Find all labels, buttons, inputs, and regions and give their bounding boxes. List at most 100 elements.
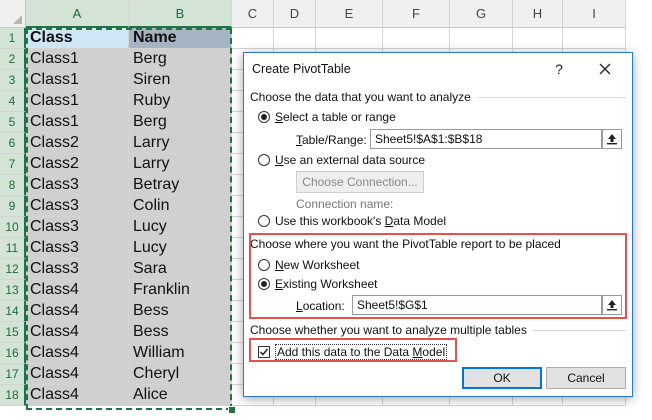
dialog-title: Create PivotTable xyxy=(252,62,351,76)
cell[interactable] xyxy=(274,28,316,49)
radio-external-source[interactable]: Use an external data source xyxy=(258,153,425,167)
cell-class[interactable]: Class3 xyxy=(26,217,129,238)
cell-class[interactable]: Class4 xyxy=(26,301,129,322)
cell-class[interactable]: Class1 xyxy=(26,49,129,70)
row-header[interactable]: 12 xyxy=(0,259,26,280)
cell-name[interactable]: Ruby xyxy=(129,91,232,112)
cell-class[interactable]: Class4 xyxy=(26,385,129,406)
cell-class[interactable]: Class1 xyxy=(26,91,129,112)
radio-select-table[interactable]: Select a table or range xyxy=(258,110,396,124)
dialog-titlebar[interactable]: Create PivotTable ? xyxy=(244,53,632,85)
cell[interactable] xyxy=(450,28,513,49)
table-range-input[interactable]: Sheet5!$A$1:$B$18 xyxy=(370,129,602,149)
cell-class[interactable]: Class3 xyxy=(26,238,129,259)
section-multiple-tables: Choose whether you want to analyze multi… xyxy=(250,323,626,337)
radio-selected-icon xyxy=(258,111,270,123)
column-header-g[interactable]: G xyxy=(450,0,513,28)
radio-unselected-icon xyxy=(258,259,270,271)
cell-class[interactable]: Class4 xyxy=(26,364,129,385)
column-header-a[interactable]: A xyxy=(26,0,129,28)
section-placement: Choose where you want the PivotTable rep… xyxy=(250,237,561,251)
radio-new-worksheet[interactable]: New Worksheet xyxy=(258,258,359,272)
ok-button[interactable]: OK xyxy=(462,367,542,389)
choose-connection-button[interactable]: Choose Connection... xyxy=(296,171,424,193)
cell-name[interactable]: Bess xyxy=(129,322,232,343)
cell-name[interactable]: Larry xyxy=(129,154,232,175)
cell-class[interactable]: Class4 xyxy=(26,280,129,301)
cell-name[interactable]: Alice xyxy=(129,385,232,406)
row-header[interactable]: 6 xyxy=(0,133,26,154)
row-header[interactable]: 7 xyxy=(0,154,26,175)
header-cell-class[interactable]: Class xyxy=(26,28,129,49)
column-header-c[interactable]: C xyxy=(232,0,274,28)
row-header[interactable]: 10 xyxy=(0,217,26,238)
cell-name[interactable]: Sara xyxy=(129,259,232,280)
row-header[interactable]: 4 xyxy=(0,91,26,112)
column-header-e[interactable]: E xyxy=(316,0,383,28)
radio-unselected-icon xyxy=(258,215,270,227)
row-header[interactable]: 17 xyxy=(0,364,26,385)
cell[interactable] xyxy=(383,28,450,49)
radio-unselected-icon xyxy=(258,154,270,166)
row-header[interactable]: 5 xyxy=(0,112,26,133)
add-to-data-model-checkbox[interactable]: Add this data to the Data Model xyxy=(258,344,448,360)
cell[interactable] xyxy=(513,28,563,49)
cell-class[interactable]: Class3 xyxy=(26,175,129,196)
connection-name-label: Connection name: xyxy=(296,197,394,211)
radio-selected-icon xyxy=(258,278,270,290)
select-all-corner[interactable] xyxy=(0,0,26,28)
row-header[interactable]: 9 xyxy=(0,196,26,217)
cell-class[interactable]: Class1 xyxy=(26,70,129,91)
row-header[interactable]: 1 xyxy=(0,28,26,49)
column-header-i[interactable]: I xyxy=(563,0,626,28)
header-cell-name[interactable]: Name xyxy=(129,28,232,49)
row-header[interactable]: 18 xyxy=(0,385,26,406)
cell-name[interactable]: Berg xyxy=(129,49,232,70)
cell-class[interactable]: Class1 xyxy=(26,112,129,133)
cell-class[interactable]: Class4 xyxy=(26,343,129,364)
column-header-b[interactable]: B xyxy=(129,0,232,28)
collapse-location-button[interactable] xyxy=(602,295,622,315)
row-header[interactable]: 16 xyxy=(0,343,26,364)
row-header[interactable]: 11 xyxy=(0,238,26,259)
location-input[interactable]: Sheet5!$G$1 xyxy=(352,295,602,315)
close-button[interactable] xyxy=(590,57,620,81)
column-header-d[interactable]: D xyxy=(274,0,316,28)
cell-class[interactable]: Class4 xyxy=(26,322,129,343)
cell[interactable] xyxy=(316,28,383,49)
cell-name[interactable]: Betray xyxy=(129,175,232,196)
row-header[interactable]: 2 xyxy=(0,49,26,70)
cell-name[interactable]: Larry xyxy=(129,133,232,154)
row-header[interactable]: 14 xyxy=(0,301,26,322)
cancel-button[interactable]: Cancel xyxy=(546,367,626,389)
radio-existing-worksheet[interactable]: Existing Worksheet xyxy=(258,277,378,291)
cell-class[interactable]: Class3 xyxy=(26,196,129,217)
row-header[interactable]: 3 xyxy=(0,70,26,91)
cell-name[interactable]: Siren xyxy=(129,70,232,91)
location-label: Location: xyxy=(296,299,345,313)
fill-handle[interactable] xyxy=(228,406,236,414)
column-header-h[interactable]: H xyxy=(513,0,563,28)
range-collapse-icon xyxy=(607,300,617,311)
help-button[interactable]: ? xyxy=(544,57,574,81)
cell-name[interactable]: Cheryl xyxy=(129,364,232,385)
column-header-f[interactable]: F xyxy=(383,0,450,28)
cell-name[interactable]: Berg xyxy=(129,112,232,133)
cell-class[interactable]: Class2 xyxy=(26,133,129,154)
row-header[interactable]: 13 xyxy=(0,280,26,301)
cell-name[interactable]: Colin xyxy=(129,196,232,217)
cell-name[interactable]: Lucy xyxy=(129,238,232,259)
radio-data-model[interactable]: Use this workbook's Data Model xyxy=(258,214,446,228)
row-header[interactable]: 15 xyxy=(0,322,26,343)
cell-name[interactable]: William xyxy=(129,343,232,364)
row-header[interactable]: 8 xyxy=(0,175,26,196)
collapse-range-button[interactable] xyxy=(602,129,622,149)
cell-name[interactable]: Bess xyxy=(129,301,232,322)
cell-class[interactable]: Class2 xyxy=(26,154,129,175)
cell-name[interactable]: Lucy xyxy=(129,217,232,238)
cell-class[interactable]: Class3 xyxy=(26,259,129,280)
cell[interactable] xyxy=(563,28,626,49)
cell[interactable] xyxy=(232,28,274,49)
checkbox-checked-icon xyxy=(258,346,270,358)
cell-name[interactable]: Franklin xyxy=(129,280,232,301)
